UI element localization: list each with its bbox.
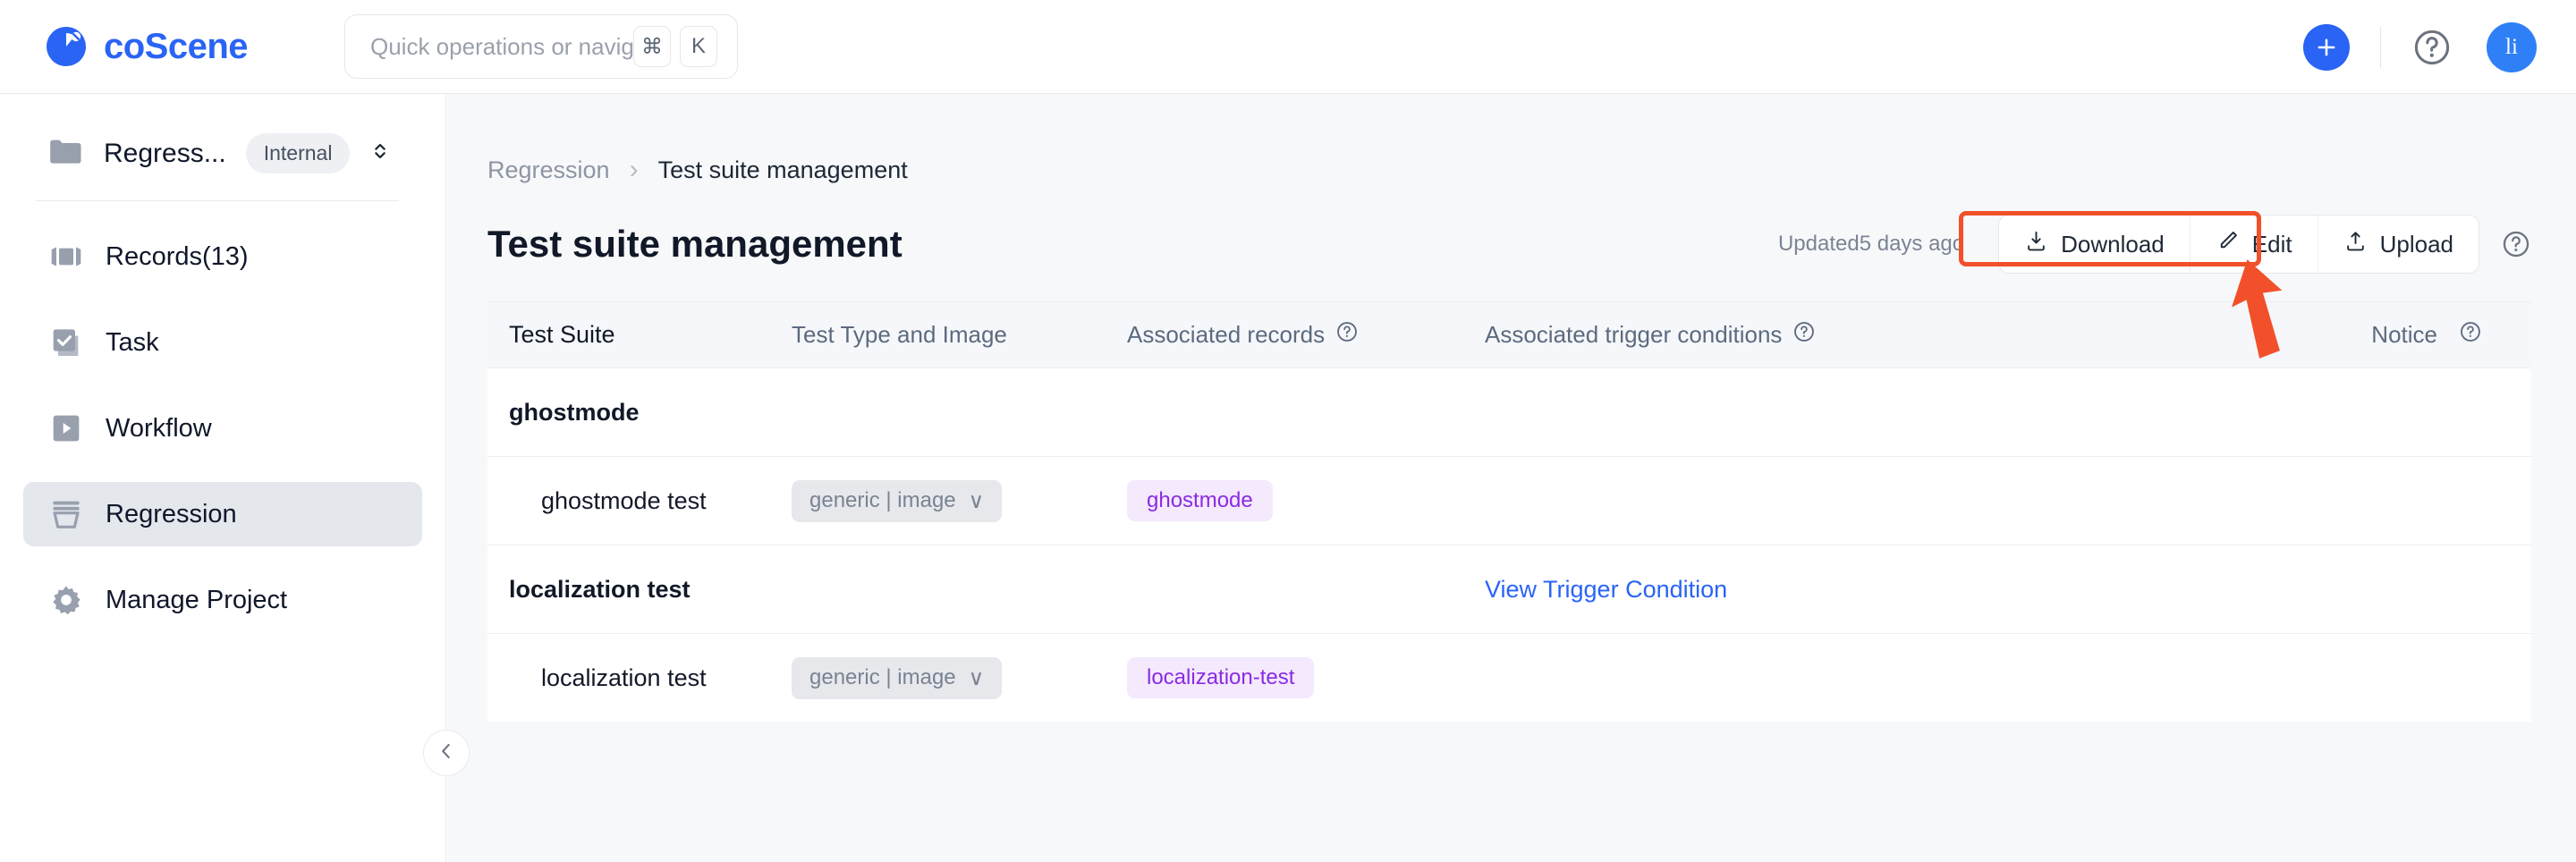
gear-icon	[48, 582, 84, 618]
associated-records-help-icon[interactable]	[1335, 320, 1359, 350]
sidebar-divider	[36, 200, 399, 201]
sidebar-item-label: Workflow	[106, 413, 212, 443]
table-row[interactable]: ghostmode	[487, 368, 2531, 456]
avatar[interactable]: li	[2487, 21, 2537, 72]
chevron-down-icon: ∨	[968, 665, 985, 690]
sidebar-item-regression[interactable]: Regression	[23, 482, 422, 546]
brand[interactable]: coScene	[43, 23, 249, 70]
view-trigger-condition-link[interactable]: View Trigger Condition	[1485, 576, 1727, 604]
column-header-notice: Notice	[2039, 320, 2531, 350]
top-bar: coScene Quick operations or navigate to.…	[0, 0, 2576, 94]
sidebar-item-workflow[interactable]: Workflow	[23, 396, 422, 461]
download-icon	[2024, 229, 2048, 259]
column-header-associated-records: Associated records	[1127, 320, 1485, 350]
shortcut-k-key: K	[680, 26, 717, 67]
coscene-logo-icon	[43, 23, 89, 70]
sidebar-nav: Records(13) Task Workflow Regression Man…	[23, 224, 422, 632]
sidebar-item-label: Records(13)	[106, 241, 249, 271]
page-help-icon[interactable]	[2501, 229, 2531, 259]
page-header: Test suite management Updated5 days ago …	[487, 215, 2576, 274]
record-tag[interactable]: localization-test	[1127, 657, 1315, 698]
test-suite-table: Test Suite Test Type and Image Associate…	[487, 301, 2531, 722]
breadcrumb-separator-icon: ›	[629, 155, 639, 184]
table-row[interactable]: ghostmode test generic | image ∨ ghostmo…	[487, 456, 2531, 545]
download-button-label: Download	[2061, 230, 2165, 258]
column-header-associated-trigger-conditions: Associated trigger conditions	[1485, 320, 2039, 350]
cell-associated-records: ghostmode	[1127, 480, 1485, 521]
sidebar-item-manage-project[interactable]: Manage Project	[23, 568, 422, 632]
page-title: Test suite management	[487, 223, 902, 265]
upload-button[interactable]: Upload	[2317, 216, 2479, 273]
table-row[interactable]: localization test generic | image ∨ loca…	[487, 633, 2531, 722]
upload-button-label: Upload	[2379, 230, 2453, 258]
project-selector[interactable]: Regress... Internal	[47, 133, 417, 173]
test-type-select[interactable]: generic | image ∨	[792, 479, 1003, 522]
action-button-group: Download Edit Upload	[1998, 215, 2479, 274]
search-input[interactable]: Quick operations or navigate to... ⌘ K	[344, 14, 738, 79]
sidebar-item-label: Task	[106, 327, 159, 357]
updated-timestamp: Updated5 days ago	[1777, 232, 1965, 256]
upload-icon	[2343, 229, 2368, 259]
trigger-conditions-help-icon[interactable]	[1792, 320, 1816, 350]
breadcrumb-current: Test suite management	[657, 156, 908, 183]
project-visibility-badge: Internal	[245, 133, 351, 173]
task-check-icon	[48, 325, 84, 360]
breadcrumb-link-regression[interactable]: Regression	[487, 156, 610, 184]
plus-icon	[2318, 38, 2335, 55]
table-header-row: Test Suite Test Type and Image Associate…	[487, 302, 2531, 368]
chevron-updown-icon	[368, 139, 393, 168]
records-icon	[48, 239, 84, 275]
table-row[interactable]: localization test View Trigger Condition	[487, 545, 2531, 633]
sidebar: Regress... Internal Records(13) Task Wor…	[0, 94, 446, 862]
search-placeholder: Quick operations or navigate to...	[370, 32, 633, 60]
cell-test-suite: localization test	[509, 575, 691, 603]
main-content: Regression › Test suite management Test …	[447, 94, 2576, 862]
project-name: Regress...	[104, 138, 226, 168]
test-type-select[interactable]: generic | image ∨	[792, 656, 1003, 699]
cell-test-suite: ghostmode test	[541, 486, 707, 514]
cell-test-suite: ghostmode	[509, 398, 640, 426]
chevron-left-icon	[435, 739, 458, 767]
edit-button[interactable]: Edit	[2189, 216, 2318, 273]
toolbar-divider	[2380, 26, 2381, 68]
sidebar-collapse-button[interactable]	[423, 730, 470, 776]
folder-icon	[47, 133, 82, 173]
workflow-play-icon	[48, 410, 84, 446]
record-tag[interactable]: ghostmode	[1127, 480, 1273, 521]
chevron-down-icon: ∨	[968, 488, 985, 513]
sidebar-item-task[interactable]: Task	[23, 310, 422, 375]
brand-name: coScene	[104, 26, 249, 66]
page-header-actions: Updated5 days ago Download Edit Upload	[1778, 215, 2531, 274]
column-header-test-type-and-image: Test Type and Image	[792, 321, 1007, 348]
shortcut-command-key: ⌘	[633, 26, 671, 67]
download-button[interactable]: Download	[1999, 216, 2190, 273]
help-button[interactable]	[2411, 27, 2453, 68]
cell-test-type: generic | image ∨	[792, 656, 1127, 699]
add-button[interactable]	[2303, 23, 2350, 71]
sidebar-item-records[interactable]: Records(13)	[23, 224, 422, 289]
edit-button-label: Edit	[2251, 230, 2292, 258]
cell-test-type: generic | image ∨	[792, 479, 1127, 522]
notice-help-icon[interactable]	[2459, 320, 2482, 350]
sidebar-item-label: Manage Project	[106, 585, 288, 614]
pencil-icon	[2216, 229, 2240, 259]
regression-icon	[48, 496, 84, 532]
cell-trigger-conditions: View Trigger Condition	[1485, 576, 2039, 604]
top-bar-actions: li	[2303, 0, 2537, 94]
breadcrumb: Regression › Test suite management	[487, 155, 2576, 185]
cell-associated-records: localization-test	[1127, 657, 1485, 698]
sidebar-item-label: Regression	[106, 499, 237, 528]
cell-test-suite: localization test	[541, 663, 707, 691]
column-header-test-suite: Test Suite	[509, 321, 615, 348]
